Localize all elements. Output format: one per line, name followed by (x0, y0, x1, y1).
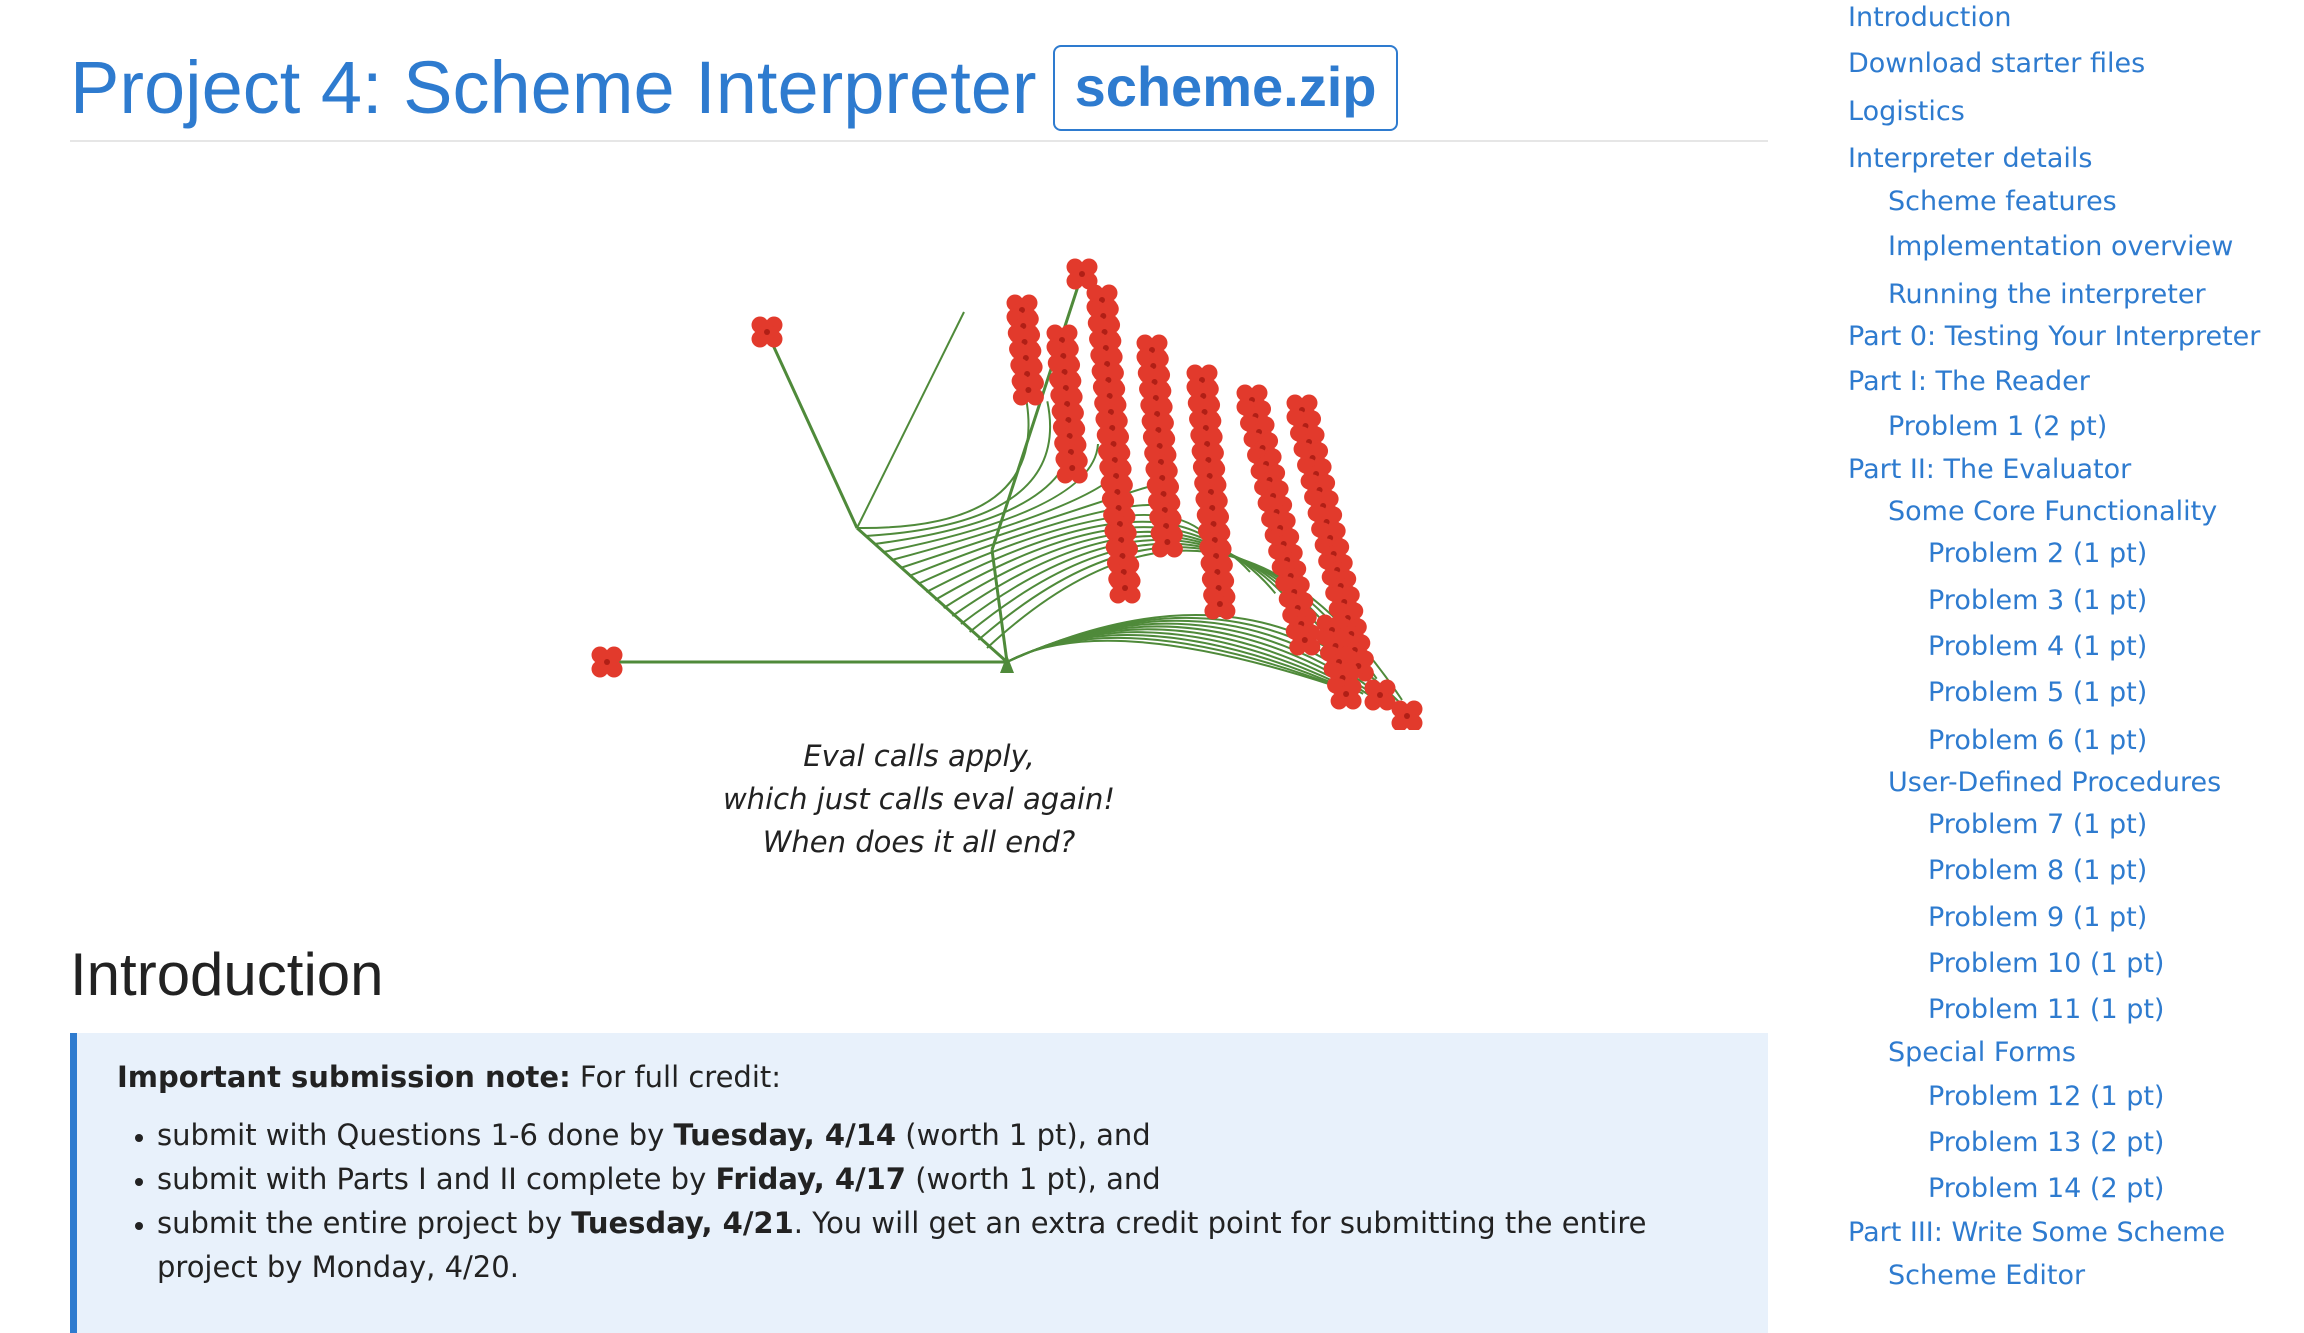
note-lead-text: For full credit: (570, 1060, 782, 1094)
flower-center (1301, 637, 1308, 643)
tree-branch (977, 546, 1378, 680)
note-deadline: Friday, 4/17 (715, 1162, 906, 1196)
toc-link[interactable]: Download starter files (1848, 46, 2145, 82)
toc-link[interactable]: Problem 3 (1 pt) (1928, 583, 2147, 619)
flower-center (1404, 713, 1410, 719)
flower-center (604, 659, 610, 665)
toc-link[interactable]: Problem 13 (2 pt) (1928, 1125, 2164, 1161)
toc-link[interactable]: Some Core Functionality (1888, 494, 2217, 530)
figure-caption: Eval calls apply, which just calls eval … (70, 735, 1768, 864)
caption-line: Eval calls apply, (803, 739, 1035, 773)
flower-center (1216, 601, 1223, 607)
flower-center (1164, 539, 1171, 545)
page-title: Project 4: Scheme Interpreter (70, 46, 1037, 129)
toc-link[interactable]: Problem 4 (1 pt) (1928, 629, 2147, 665)
toc-link[interactable]: Scheme features (1888, 184, 2117, 220)
flower-center (1025, 387, 1032, 393)
toc-link[interactable]: Problem 9 (1 pt) (1928, 900, 2147, 936)
note-lead: Important submission note: For full cred… (117, 1055, 1728, 1099)
toc-link[interactable]: Problem 12 (1 pt) (1928, 1079, 2164, 1115)
note-list-item: submit with Questions 1-6 done by Tuesda… (157, 1113, 1728, 1157)
note-deadline: Tuesday, 4/21 (571, 1206, 794, 1240)
toc-link[interactable]: Problem 1 (2 pt) (1888, 409, 2107, 445)
note-list: submit with Questions 1-6 done by Tuesda… (117, 1113, 1728, 1289)
flower-center (1377, 692, 1383, 698)
flower-center (1122, 585, 1129, 591)
toc-link[interactable]: Problem 2 (1 pt) (1928, 536, 2147, 572)
note-deadline: Tuesday, 4/14 (673, 1118, 897, 1152)
note-text: (worth 1 pt), and (896, 1118, 1151, 1152)
toc-link[interactable]: Implementation overview (1888, 229, 2233, 265)
toc-link[interactable]: Running the interpreter (1888, 277, 2206, 313)
submission-note: Important submission note: For full cred… (70, 1033, 1768, 1333)
note-text: submit with Questions 1-6 done by (157, 1118, 674, 1152)
toc-link[interactable]: Part II: The Evaluator (1848, 452, 2131, 488)
introduction-heading: Introduction (70, 941, 384, 1008)
toc-link[interactable]: Special Forms (1888, 1035, 2076, 1071)
flower-center (1069, 465, 1076, 471)
tree-branch (856, 311, 965, 529)
toc-link[interactable]: Scheme Editor (1888, 1258, 2085, 1294)
note-list-item: submit with Parts I and II complete by F… (157, 1157, 1728, 1201)
recursive-tree-illustration (591, 258, 1423, 730)
note-text: submit with Parts I and II complete by (157, 1162, 716, 1196)
note-text: (worth 1 pt), and (905, 1162, 1161, 1196)
caption-line: which just calls eval again! (722, 782, 1116, 816)
toc-link[interactable]: Interpreter details (1848, 141, 2092, 177)
title-divider (70, 140, 1768, 142)
toc-link[interactable]: Logistics (1848, 94, 1965, 130)
note-text: submit the entire project by (157, 1206, 572, 1240)
tree-branch (765, 331, 859, 529)
flower-center (1079, 271, 1085, 277)
toc-link[interactable]: Introduction (1848, 0, 2012, 36)
flower-center (1343, 691, 1350, 697)
toc-link[interactable]: Problem 11 (1 pt) (1928, 992, 2164, 1028)
note-list-item: submit the entire project by Tuesday, 4/… (157, 1201, 1728, 1289)
toc-link[interactable]: Part 0: Testing Your Interpreter (1848, 319, 2260, 355)
toc-link[interactable]: Problem 5 (1 pt) (1928, 675, 2147, 711)
download-zip-button[interactable]: scheme.zip (1052, 45, 1399, 131)
toc-link[interactable]: User-Defined Procedures (1888, 765, 2221, 801)
tree-branch (1006, 639, 1333, 686)
toc-link[interactable]: Problem 7 (1 pt) (1928, 807, 2147, 843)
tree-branch (856, 379, 1030, 530)
toc-link[interactable]: Problem 10 (1 pt) (1928, 946, 2164, 982)
caption-line: When does it all end? (762, 825, 1076, 859)
flower-center (764, 329, 770, 335)
toc-link[interactable]: Part I: The Reader (1848, 364, 2090, 400)
toc-link[interactable]: Part III: Write Some Scheme (1848, 1215, 2225, 1251)
toc-link[interactable]: Problem 6 (1 pt) (1928, 723, 2147, 759)
toc-link[interactable]: Problem 8 (1 pt) (1928, 853, 2147, 889)
toc-link[interactable]: Problem 14 (2 pt) (1928, 1171, 2164, 1207)
note-lead-bold: Important submission note: (117, 1060, 571, 1094)
title-row: Project 4: Scheme Interpreter scheme.zip (70, 38, 1399, 138)
